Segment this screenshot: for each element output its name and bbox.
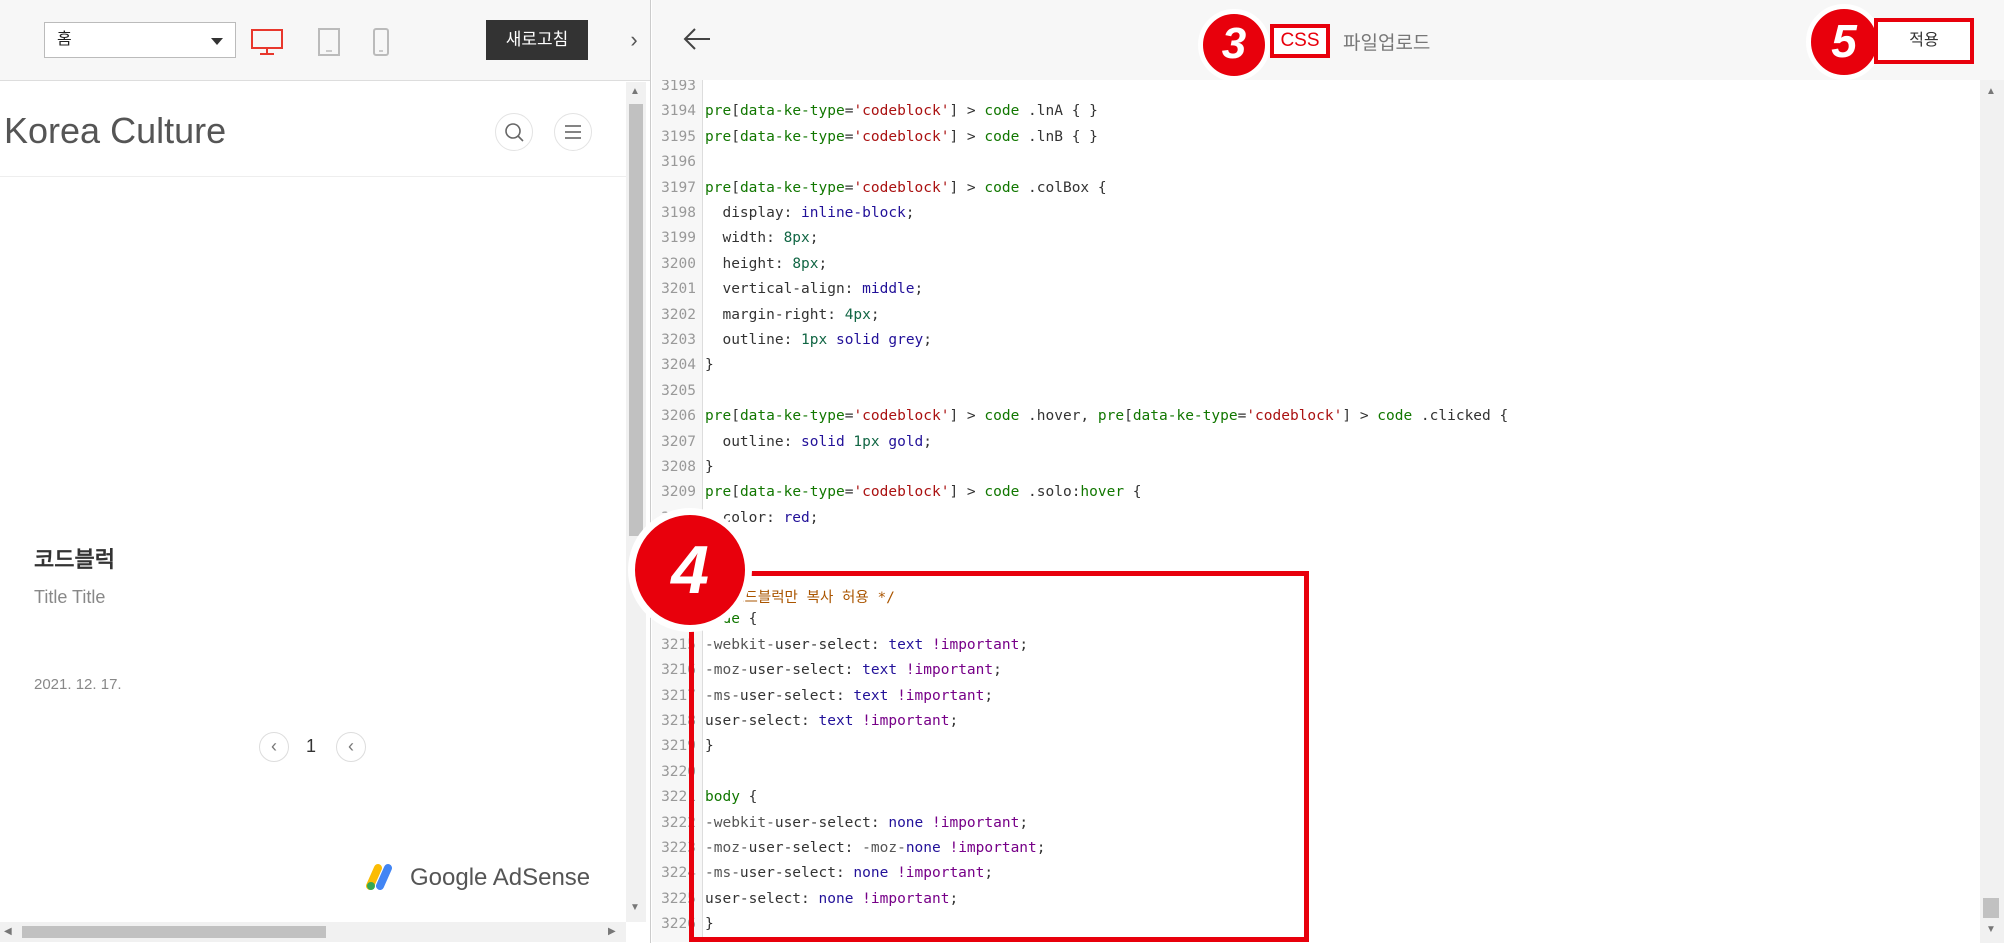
line-number: 3195	[661, 128, 696, 145]
step-badge-5: 5	[1806, 4, 1882, 80]
line-number: 3201	[661, 281, 696, 298]
page-select[interactable]: 홈	[44, 22, 236, 58]
collapse-arrow-icon[interactable]: ›	[622, 22, 646, 58]
post-title[interactable]: 코드블럭	[34, 542, 115, 574]
line-number: 3193	[661, 80, 696, 94]
line-number: 3207	[661, 433, 696, 450]
page-number[interactable]: 1	[306, 736, 316, 757]
menu-button[interactable]	[554, 113, 592, 151]
post-subtitle: Title Title	[34, 587, 106, 607]
line-number: 3199	[661, 230, 696, 247]
prev-page-button[interactable]: ‹	[259, 732, 289, 762]
search-icon	[505, 123, 524, 142]
line-number: 3209	[661, 484, 696, 501]
line-number: 3200	[661, 255, 696, 272]
code-line[interactable]: pre[data-ke-type='codeblock'] > code .ln…	[705, 129, 1098, 145]
preview-horizontal-scroll-thumb[interactable]	[22, 926, 326, 938]
line-number: 3206	[661, 408, 696, 425]
line-number: 3196	[661, 154, 696, 171]
desktop-icon[interactable]	[250, 28, 284, 61]
code-line[interactable]: }	[705, 459, 714, 475]
code-line[interactable]: margin-right: 4px;	[705, 307, 879, 323]
preview-vertical-scroll-thumb[interactable]	[629, 104, 643, 536]
hamburger-icon	[565, 125, 581, 139]
adsense-logo-icon	[364, 860, 400, 897]
mobile-icon[interactable]	[373, 28, 389, 61]
scroll-left-arrow-icon[interactable]: ◀	[4, 926, 12, 937]
code-line[interactable]: height: 8px;	[705, 256, 827, 272]
line-number: 3202	[661, 306, 696, 323]
code-line[interactable]: vertical-align: middle;	[705, 281, 923, 297]
preview-toolbar: 홈 새로고침	[0, 0, 650, 81]
line-number: 3198	[661, 205, 696, 221]
editor-vertical-scroll-thumb[interactable]	[1983, 898, 1999, 918]
code-line[interactable]: pre[data-ke-type='codeblock'] > code .co…	[705, 180, 1107, 196]
highlight-box-step-4	[689, 571, 1309, 942]
line-number: 3194	[661, 103, 696, 120]
tablet-icon[interactable]	[318, 28, 340, 61]
code-line[interactable]: pre[data-ke-type='codeblock'] > code .ho…	[705, 408, 1508, 424]
code-line[interactable]: pre[data-ke-type='codeblock'] > code .ln…	[705, 103, 1098, 119]
scroll-up-arrow-icon[interactable]: ▲	[630, 86, 640, 97]
code-line[interactable]: }	[705, 357, 714, 373]
editor-scroll-down-arrow-icon[interactable]: ▼	[1986, 924, 1996, 935]
blog-preview: Korea Culture 코드블럭 Title Title 2021. 12.…	[0, 82, 626, 924]
line-number: 3205	[661, 382, 696, 399]
step-badge-3: 3	[1198, 9, 1270, 81]
code-line[interactable]: pre[data-ke-type='codeblock'] > code .so…	[705, 484, 1142, 500]
line-number: 3197	[661, 179, 696, 196]
code-line[interactable]: outline: 1px solid grey;	[705, 332, 932, 348]
search-button[interactable]	[495, 113, 533, 151]
adsense-label: Google AdSense	[410, 864, 591, 891]
next-page-button[interactable]: ‹	[336, 732, 366, 762]
line-number: 3204	[661, 357, 696, 374]
tab-css[interactable]: CSS	[1270, 24, 1330, 58]
code-line[interactable]: width: 8px;	[705, 230, 818, 246]
code-line[interactable]: outline: solid 1px gold;	[705, 434, 932, 450]
scroll-right-arrow-icon[interactable]: ▶	[608, 926, 616, 937]
tab-file-upload[interactable]: 파일업로드	[1343, 28, 1430, 55]
line-number: 3208	[661, 459, 696, 475]
editor-vertical-scrollbar[interactable]	[1980, 80, 2004, 943]
code-line[interactable]: display: inline-block;	[705, 205, 914, 221]
editor-scroll-up-arrow-icon[interactable]: ▲	[1986, 86, 1996, 97]
divider	[0, 176, 626, 177]
scroll-down-arrow-icon[interactable]: ▼	[630, 902, 640, 913]
apply-button[interactable]: 적용	[1874, 18, 1974, 64]
refresh-button[interactable]: 새로고침	[486, 20, 588, 60]
blog-title[interactable]: Korea Culture	[4, 110, 226, 152]
post-date: 2021. 12. 17.	[34, 676, 122, 693]
chevron-down-icon	[211, 38, 223, 45]
line-number: 3203	[661, 332, 696, 348]
step-badge-4: 4	[628, 508, 752, 632]
page-select-value: 홈	[57, 31, 72, 48]
back-arrow-icon[interactable]	[682, 24, 712, 59]
